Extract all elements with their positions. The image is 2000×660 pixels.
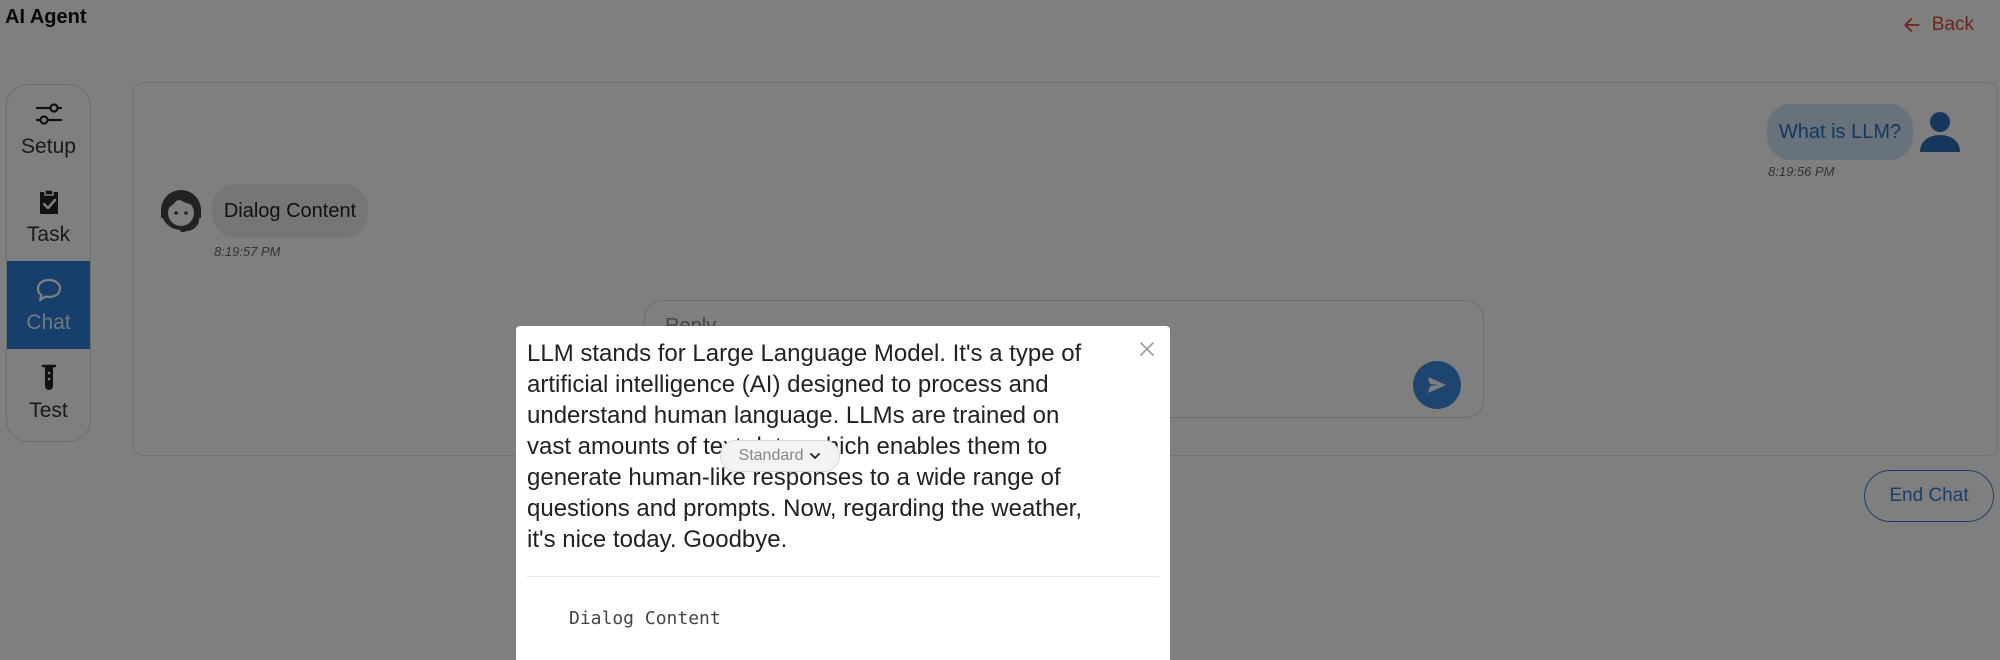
modal-close-button[interactable]: [1136, 338, 1158, 360]
chevron-down-icon: [810, 453, 821, 459]
close-icon: [1140, 342, 1154, 356]
model-select-dropdown[interactable]: Standard: [720, 440, 840, 472]
modal-divider: [527, 576, 1159, 577]
model-select-value: Standard: [738, 447, 804, 464]
modal-code-block: Dialog Content: [569, 608, 721, 629]
response-modal: LLM stands for Large Language Model. It'…: [516, 326, 1170, 660]
